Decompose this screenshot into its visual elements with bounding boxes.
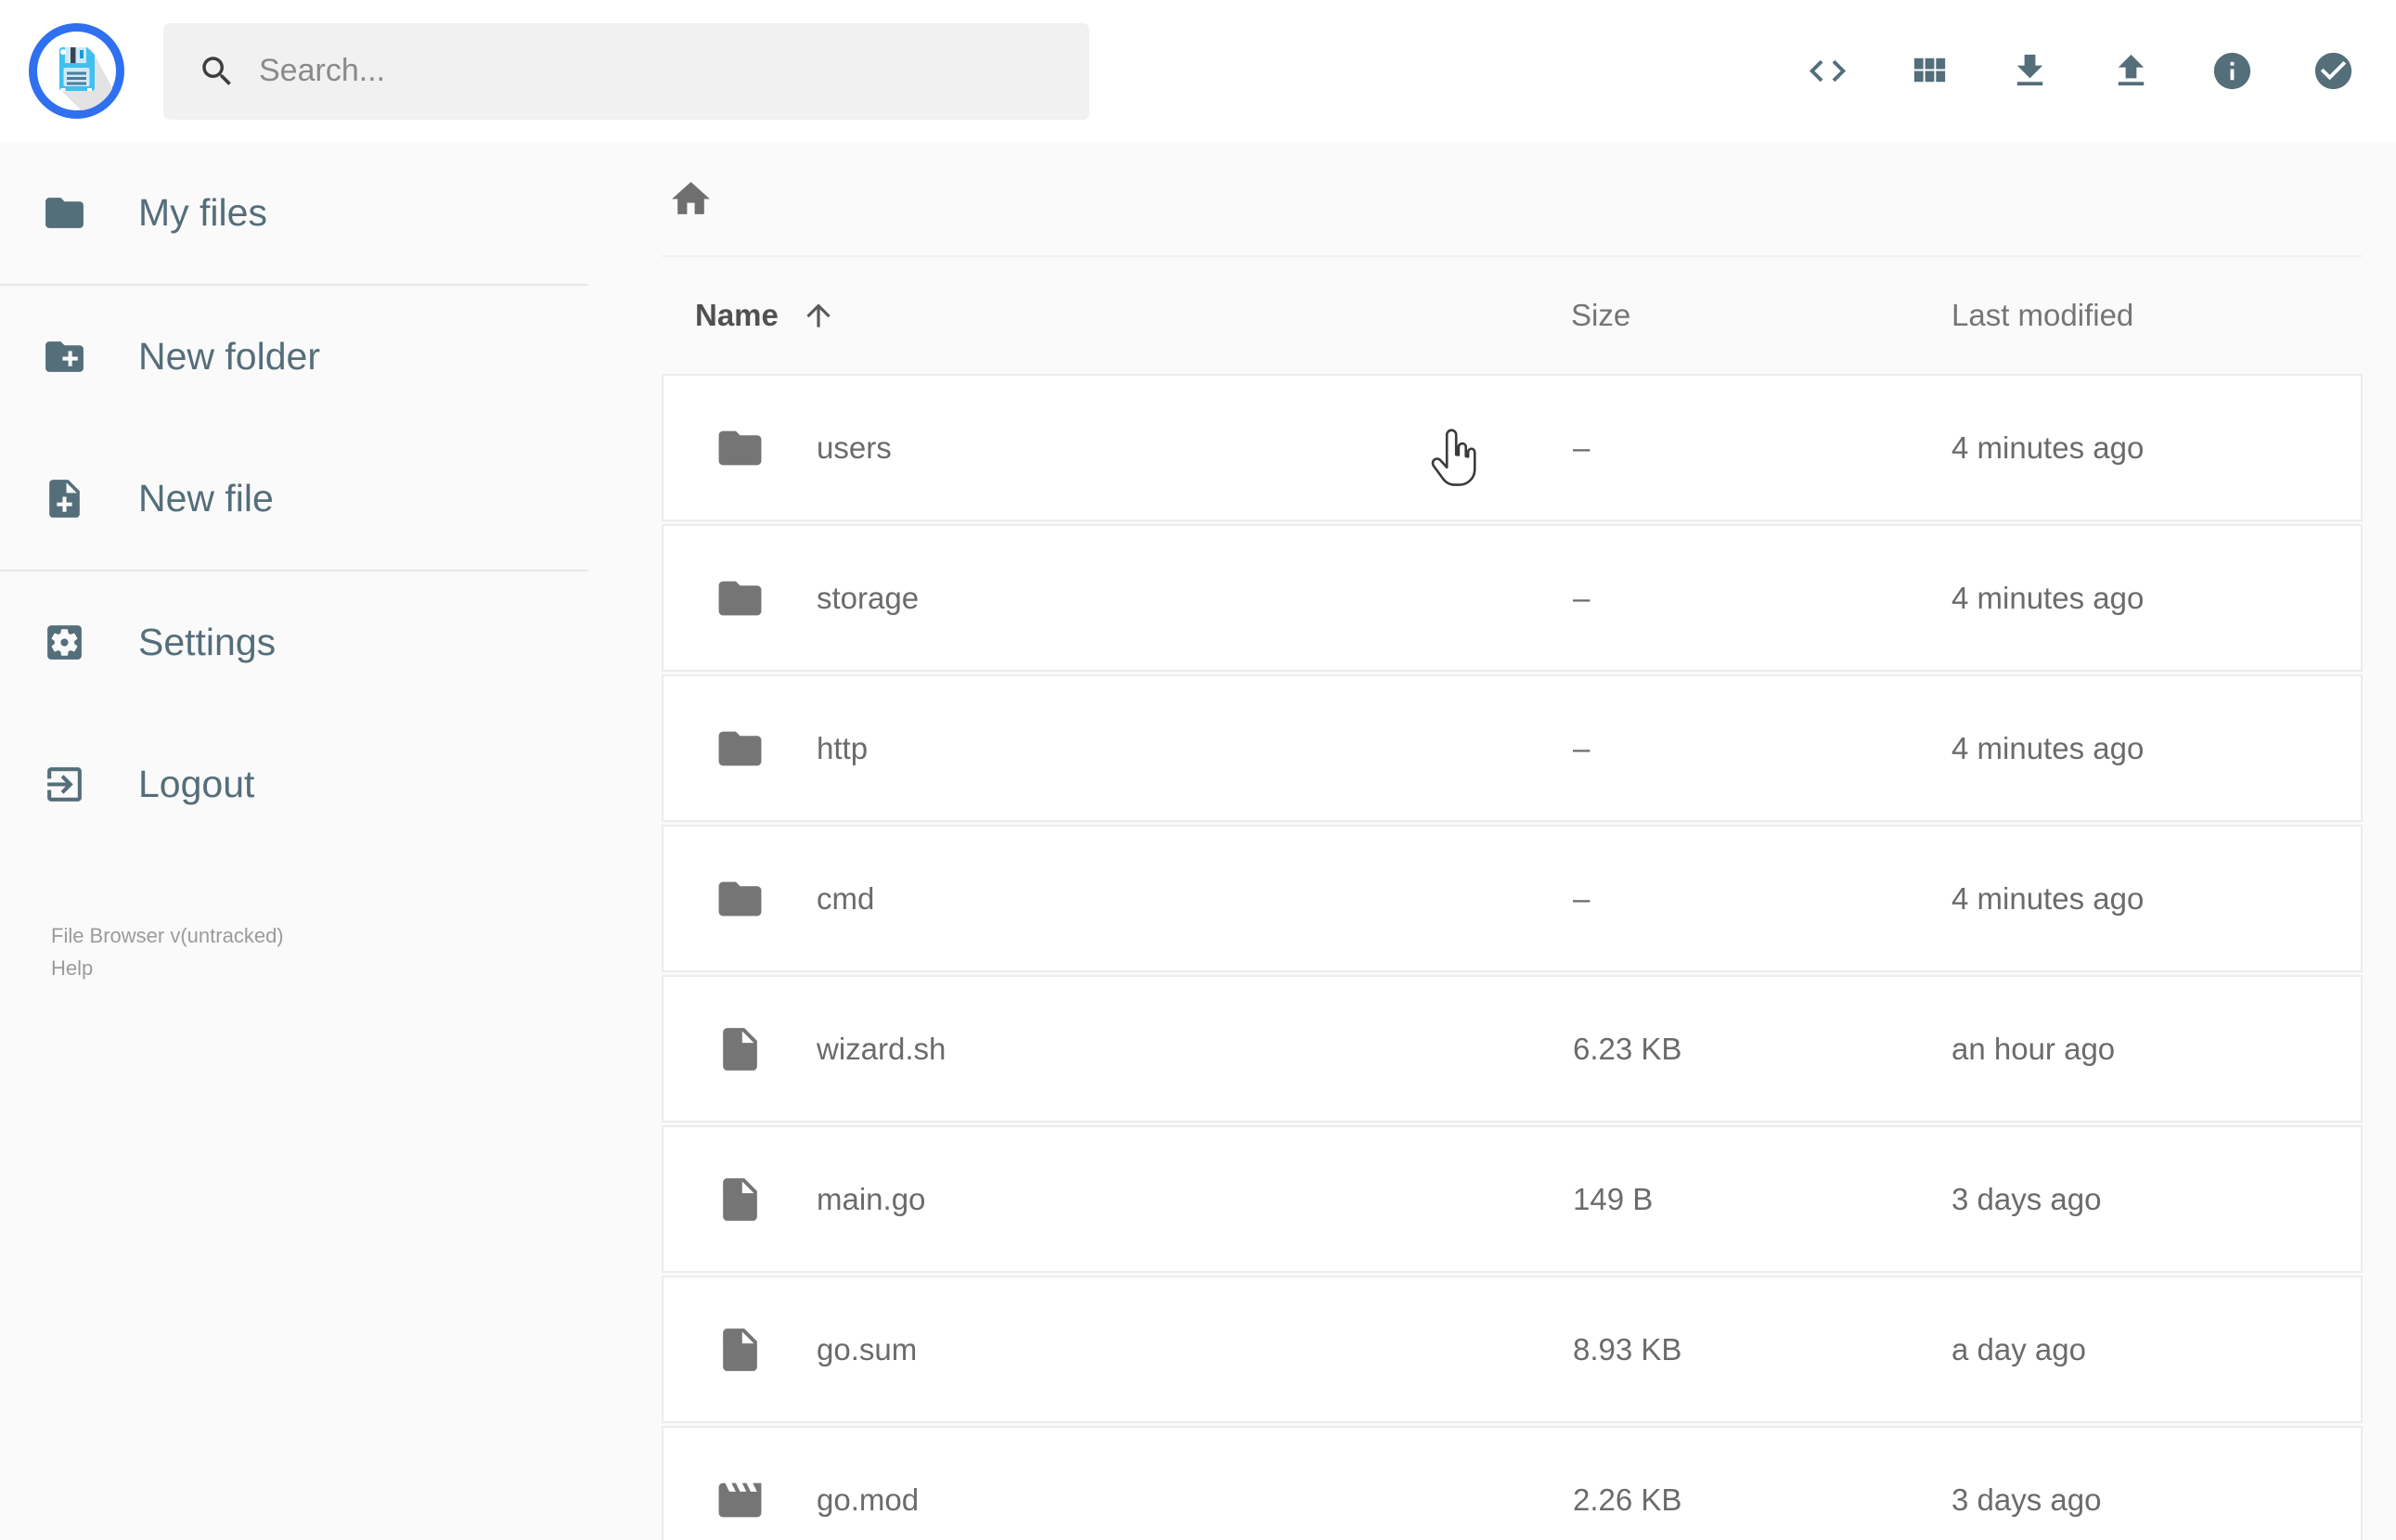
search-bar[interactable] [163, 22, 1089, 120]
file-list: users – 4 minutes ago storage – 4 minute… [662, 374, 2363, 1540]
code-icon [1809, 59, 1847, 83]
file-row[interactable]: go.sum 8.93 KB a day ago [662, 1276, 2363, 1423]
file-icon [715, 1023, 766, 1074]
file-name: http [817, 730, 869, 765]
file-modified: a day ago [1952, 1331, 2086, 1367]
top-bar [0, 0, 2396, 142]
file-icon [715, 1324, 766, 1375]
sidebar-item-label: Settings [138, 621, 277, 663]
file-name: wizard.sh [817, 1031, 947, 1066]
sidebar-footer: File Browser v(untracked) Help [51, 919, 284, 984]
sidebar-item-label: New file [138, 477, 274, 520]
column-header-modified[interactable]: Last modified [1952, 298, 2133, 333]
info-icon [2213, 52, 2251, 90]
settings-icon [47, 625, 82, 660]
folder-icon [715, 422, 766, 473]
sidebar-item-my-files[interactable]: My files [0, 142, 588, 284]
file-size: 6.23 KB [1573, 1031, 1682, 1066]
file-size: – [1573, 880, 1591, 916]
download-button[interactable] [2008, 49, 2052, 93]
sidebar-item-new-file[interactable]: New file [0, 428, 588, 570]
listing-header: Name Size Last modified [662, 257, 2363, 374]
download-icon [2016, 54, 2043, 86]
toolbar-actions [1806, 49, 2355, 93]
file-name: users [817, 430, 892, 465]
file-modified: 4 minutes ago [1952, 730, 2145, 765]
file-modified: an hour ago [1952, 1031, 2116, 1066]
column-header-name[interactable]: Name [695, 298, 836, 333]
logout-icon [47, 767, 82, 802]
file-name: go.sum [817, 1331, 918, 1367]
sidebar-item-label: Logout [138, 763, 255, 805]
movie-icon [715, 1474, 766, 1525]
upload-button[interactable] [2109, 49, 2153, 93]
file-size: 8.93 KB [1573, 1331, 1682, 1367]
breadcrumb-home-button[interactable] [668, 176, 714, 222]
file-modified: 4 minutes ago [1952, 430, 2145, 465]
sort-ascending-icon [806, 303, 831, 327]
sidebar-item-settings[interactable]: Settings [0, 571, 588, 713]
select-multiple-button[interactable] [2312, 49, 2355, 93]
info-button[interactable] [2210, 49, 2254, 93]
sidebar-item-new-folder[interactable]: New folder [0, 286, 588, 428]
file-row[interactable]: users – 4 minutes ago [662, 374, 2363, 521]
file-icon [715, 1174, 766, 1225]
file-row[interactable]: http – 4 minutes ago [662, 674, 2363, 822]
file-name: go.mod [817, 1482, 920, 1517]
file-name: storage [817, 580, 920, 615]
filebrowser-logo [29, 23, 124, 119]
file-size: 2.26 KB [1573, 1482, 1682, 1517]
folder-icon [715, 572, 766, 623]
help-link[interactable]: Help [51, 952, 284, 984]
file-name: main.go [817, 1181, 926, 1216]
column-header-size[interactable]: Size [1571, 298, 1630, 333]
file-size: 149 B [1573, 1181, 1654, 1216]
home-icon [672, 181, 710, 214]
new-file-icon [49, 480, 80, 518]
file-row[interactable]: storage – 4 minutes ago [662, 524, 2363, 672]
file-modified: 4 minutes ago [1952, 580, 2145, 615]
file-name: cmd [817, 880, 875, 916]
filebrowser-app: My files New folder New file Settings Lo… [0, 0, 2396, 1540]
folder-icon [45, 198, 84, 228]
file-modified: 4 minutes ago [1952, 880, 2145, 916]
sidebar-item-label: My files [138, 191, 267, 234]
search-input[interactable] [259, 53, 1062, 89]
file-row[interactable]: wizard.sh 6.23 KB an hour ago [662, 975, 2363, 1123]
grid-view-icon [1913, 58, 1946, 83]
breadcrumb [662, 142, 2363, 257]
folder-icon [715, 873, 766, 924]
file-modified: 3 days ago [1952, 1482, 2102, 1517]
file-row[interactable]: go.mod 2.26 KB 3 days ago [662, 1426, 2363, 1540]
file-size: – [1573, 430, 1591, 465]
code-view-button[interactable] [1806, 49, 1849, 93]
folder-icon [715, 723, 766, 774]
sidebar: My files New folder New file Settings Lo… [0, 142, 588, 1540]
file-size: – [1573, 580, 1591, 615]
grid-view-button[interactable] [1907, 49, 1951, 93]
search-icon [202, 56, 231, 85]
file-listing: Name Size Last modified users – 4 minute… [662, 142, 2363, 1540]
upload-icon [2118, 54, 2145, 86]
file-row[interactable]: main.go 149 B 3 days ago [662, 1125, 2363, 1273]
file-row[interactable]: cmd – 4 minutes ago [662, 825, 2363, 972]
check-circle-icon [2314, 52, 2352, 90]
sidebar-item-logout[interactable]: Logout [0, 713, 588, 855]
file-modified: 3 days ago [1952, 1181, 2102, 1216]
file-size: – [1573, 730, 1591, 765]
version-link[interactable]: File Browser v(untracked) [51, 919, 284, 952]
new-folder-icon [45, 341, 84, 372]
sidebar-item-label: New folder [138, 335, 320, 378]
